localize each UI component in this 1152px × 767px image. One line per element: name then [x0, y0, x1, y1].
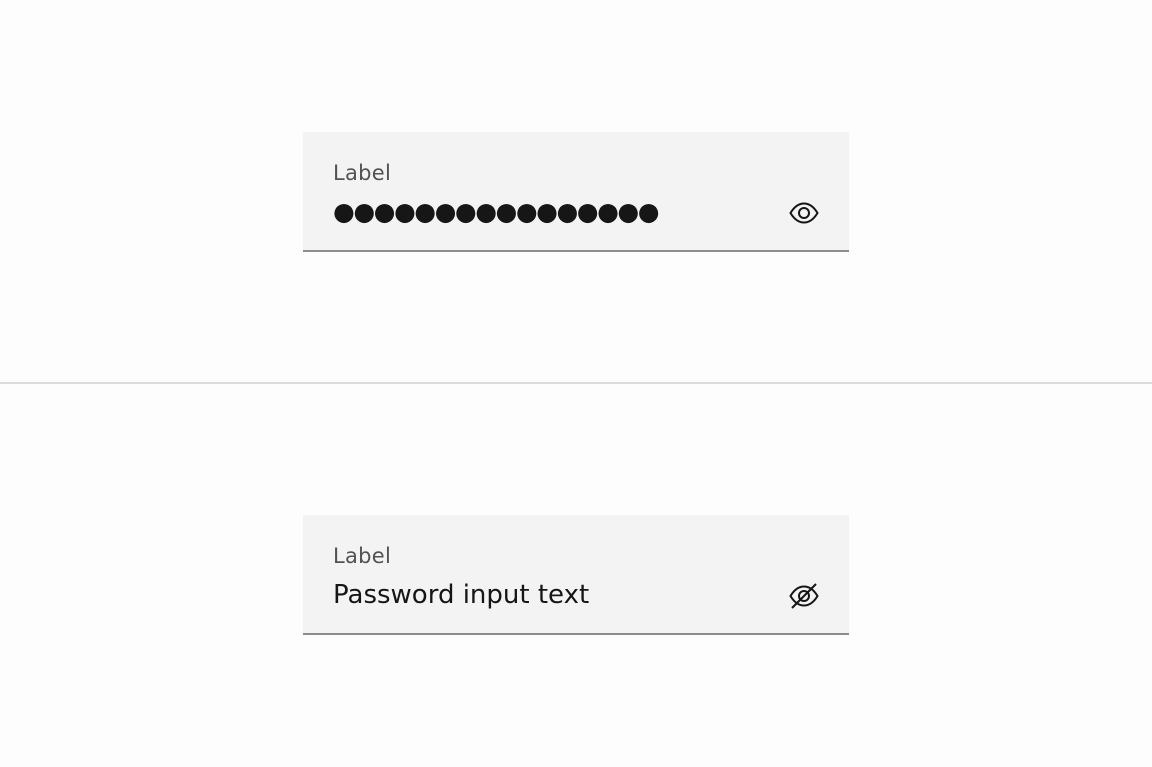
password-field-visible[interactable]: Label Password input text: [303, 515, 849, 635]
hide-password-button[interactable]: [787, 579, 821, 613]
eye-off-icon: [789, 583, 819, 609]
show-password-button[interactable]: [787, 196, 821, 230]
password-field-label: Label: [333, 544, 392, 568]
password-field-hidden[interactable]: Label ●●●●●●●●●●●●●●●●: [303, 132, 849, 252]
password-input-masked[interactable]: ●●●●●●●●●●●●●●●●: [333, 194, 660, 230]
password-input-text[interactable]: Password input text: [333, 577, 589, 613]
hidden-password-example: Label ●●●●●●●●●●●●●●●●: [0, 0, 1152, 383]
eye-icon: [789, 202, 819, 224]
password-field-label: Label: [333, 161, 392, 185]
visible-password-example: Label Password input text: [0, 384, 1152, 767]
